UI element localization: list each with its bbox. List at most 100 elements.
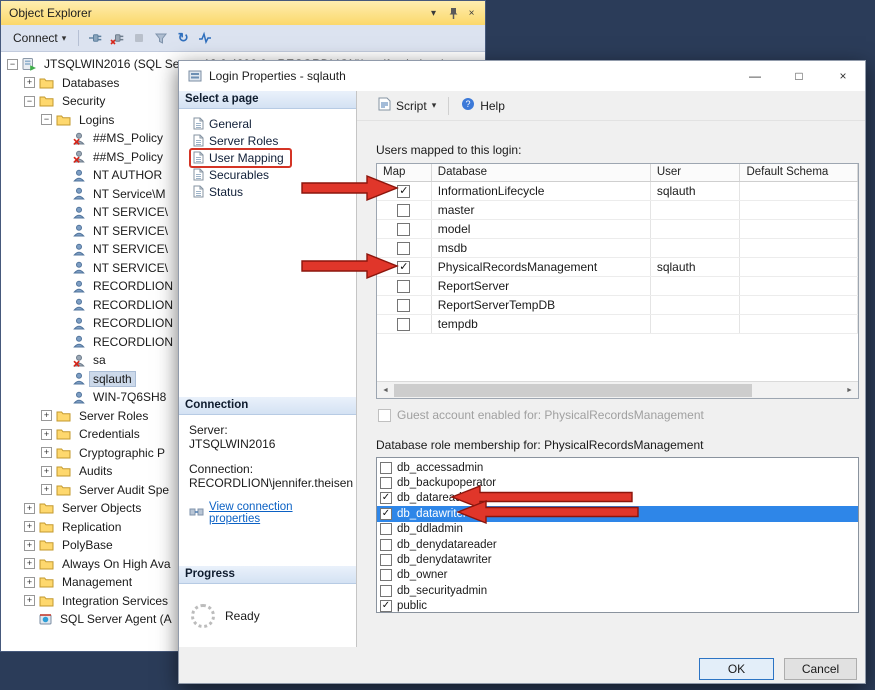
dialog-titlebar[interactable]: Login Properties - sqlauth — □ × [179,61,865,91]
role-item[interactable]: db_denydatawriter [377,552,858,567]
dialog-toolbar: Script ▾ ? Help [357,91,865,121]
grid-horizontal-scrollbar[interactable]: ◄ ► [377,381,858,398]
database-cell: PhysicalRecordsManagement [432,258,651,276]
page-item-general[interactable]: General [179,115,356,132]
grid-column-header[interactable]: Default Schema [740,164,858,181]
collapse-icon[interactable]: − [24,96,35,107]
role-item[interactable]: db_ddladmin [377,522,858,537]
dialog-icon [188,69,202,83]
plug-disconnect-icon[interactable] [107,28,127,48]
tree-item-label: Logins [76,113,117,127]
map-checkbox[interactable] [397,204,410,217]
activity-monitor-icon[interactable] [195,28,215,48]
expand-icon[interactable]: + [24,595,35,606]
grid-row[interactable]: ✓InformationLifecyclesqlauth [377,182,858,201]
expand-icon[interactable]: + [24,558,35,569]
scrollbar-thumb[interactable] [394,384,752,397]
collapse-icon[interactable]: − [41,114,52,125]
expand-icon[interactable]: + [41,410,52,421]
grid-row[interactable]: ReportServer [377,277,858,296]
guest-account-checkbox[interactable] [378,409,391,422]
cancel-button[interactable]: Cancel [784,658,857,680]
role-item[interactable]: ✓db_datawriter [377,506,858,521]
userx-icon [73,354,85,367]
map-checkbox[interactable]: ✓ [397,185,410,198]
role-checkbox[interactable] [380,462,392,474]
ok-button[interactable]: OK [699,658,774,680]
role-item[interactable]: db_denydatareader [377,537,858,552]
role-checkbox[interactable] [380,523,392,535]
collapse-icon[interactable]: − [7,59,18,70]
expand-icon[interactable]: + [41,484,52,495]
grid-row[interactable]: model [377,220,858,239]
tree-item-label: PolyBase [59,538,116,552]
pin-icon[interactable] [443,4,462,23]
expand-icon[interactable]: + [24,77,35,88]
grid-column-header[interactable]: User [651,164,741,181]
page-item-securables[interactable]: Securables [179,166,356,183]
maximize-button[interactable]: □ [777,61,821,91]
grid-row[interactable]: msdb [377,239,858,258]
role-item[interactable]: ✓public [377,599,858,613]
folder-icon [39,558,54,570]
map-checkbox[interactable] [397,318,410,331]
role-checkbox[interactable] [380,554,392,566]
grid-column-header[interactable]: Map [377,164,432,181]
role-item[interactable]: db_accessadmin [377,460,858,475]
close-button[interactable]: × [821,61,865,91]
scroll-left-icon[interactable]: ◄ [377,382,394,398]
help-button[interactable]: ? Help [454,94,512,117]
tree-item-label: ##MS_Policy [90,150,166,164]
role-item[interactable]: db_backupoperator [377,475,858,490]
expand-icon[interactable]: + [41,466,52,477]
map-checkbox[interactable] [397,223,410,236]
grid-row[interactable]: ✓PhysicalRecordsManagementsqlauth [377,258,858,277]
page-item-server-roles[interactable]: Server Roles [179,132,356,149]
page-item-user-mapping[interactable]: User Mapping [179,149,356,166]
grid-header-row: MapDatabaseUserDefault Schema [377,164,858,182]
close-icon[interactable]: × [462,4,481,23]
role-item[interactable]: db_securityadmin [377,583,858,598]
role-checkbox[interactable] [380,477,392,489]
window-position-dropdown-icon[interactable]: ▾ [424,4,443,23]
map-checkbox[interactable]: ✓ [397,261,410,274]
expand-icon[interactable]: + [41,447,52,458]
expand-icon[interactable]: + [24,540,35,551]
stop-icon[interactable] [129,28,149,48]
view-connection-properties-link[interactable]: View connection properties [209,501,346,525]
grid-row[interactable]: tempdb [377,315,858,334]
role-item[interactable]: ✓db_datareader [377,491,858,506]
role-item[interactable]: db_owner [377,568,858,583]
expander-spacer [58,318,69,329]
user-icon [73,335,85,348]
expand-icon[interactable]: + [24,503,35,514]
minimize-button[interactable]: — [733,61,777,91]
page-item-status[interactable]: Status [179,183,356,200]
role-checkbox[interactable] [380,585,392,597]
plug-connect-icon[interactable] [85,28,105,48]
user-cell [651,239,741,257]
map-checkbox[interactable] [397,280,410,293]
connect-button[interactable]: Connect ▾ [7,29,72,47]
scroll-right-icon[interactable]: ► [841,382,858,398]
object-explorer-titlebar[interactable]: Object Explorer ▾ × [1,1,485,25]
role-checkbox[interactable]: ✓ [380,508,392,520]
map-checkbox[interactable] [397,242,410,255]
role-checkbox[interactable]: ✓ [380,600,392,612]
role-checkbox[interactable] [380,569,392,581]
expander-spacer [58,133,69,144]
map-checkbox[interactable] [397,299,410,312]
filter-icon[interactable] [151,28,171,48]
expander-spacer [58,336,69,347]
refresh-icon[interactable]: ↻ [173,28,193,48]
expand-icon[interactable]: + [24,521,35,532]
grid-column-header[interactable]: Database [432,164,651,181]
grid-row[interactable]: master [377,201,858,220]
grid-row[interactable]: ReportServerTempDB [377,296,858,315]
page-icon [193,117,204,130]
role-checkbox[interactable]: ✓ [380,492,392,504]
role-checkbox[interactable] [380,539,392,551]
script-button[interactable]: Script ▾ [371,94,443,117]
expand-icon[interactable]: + [41,429,52,440]
expand-icon[interactable]: + [24,577,35,588]
